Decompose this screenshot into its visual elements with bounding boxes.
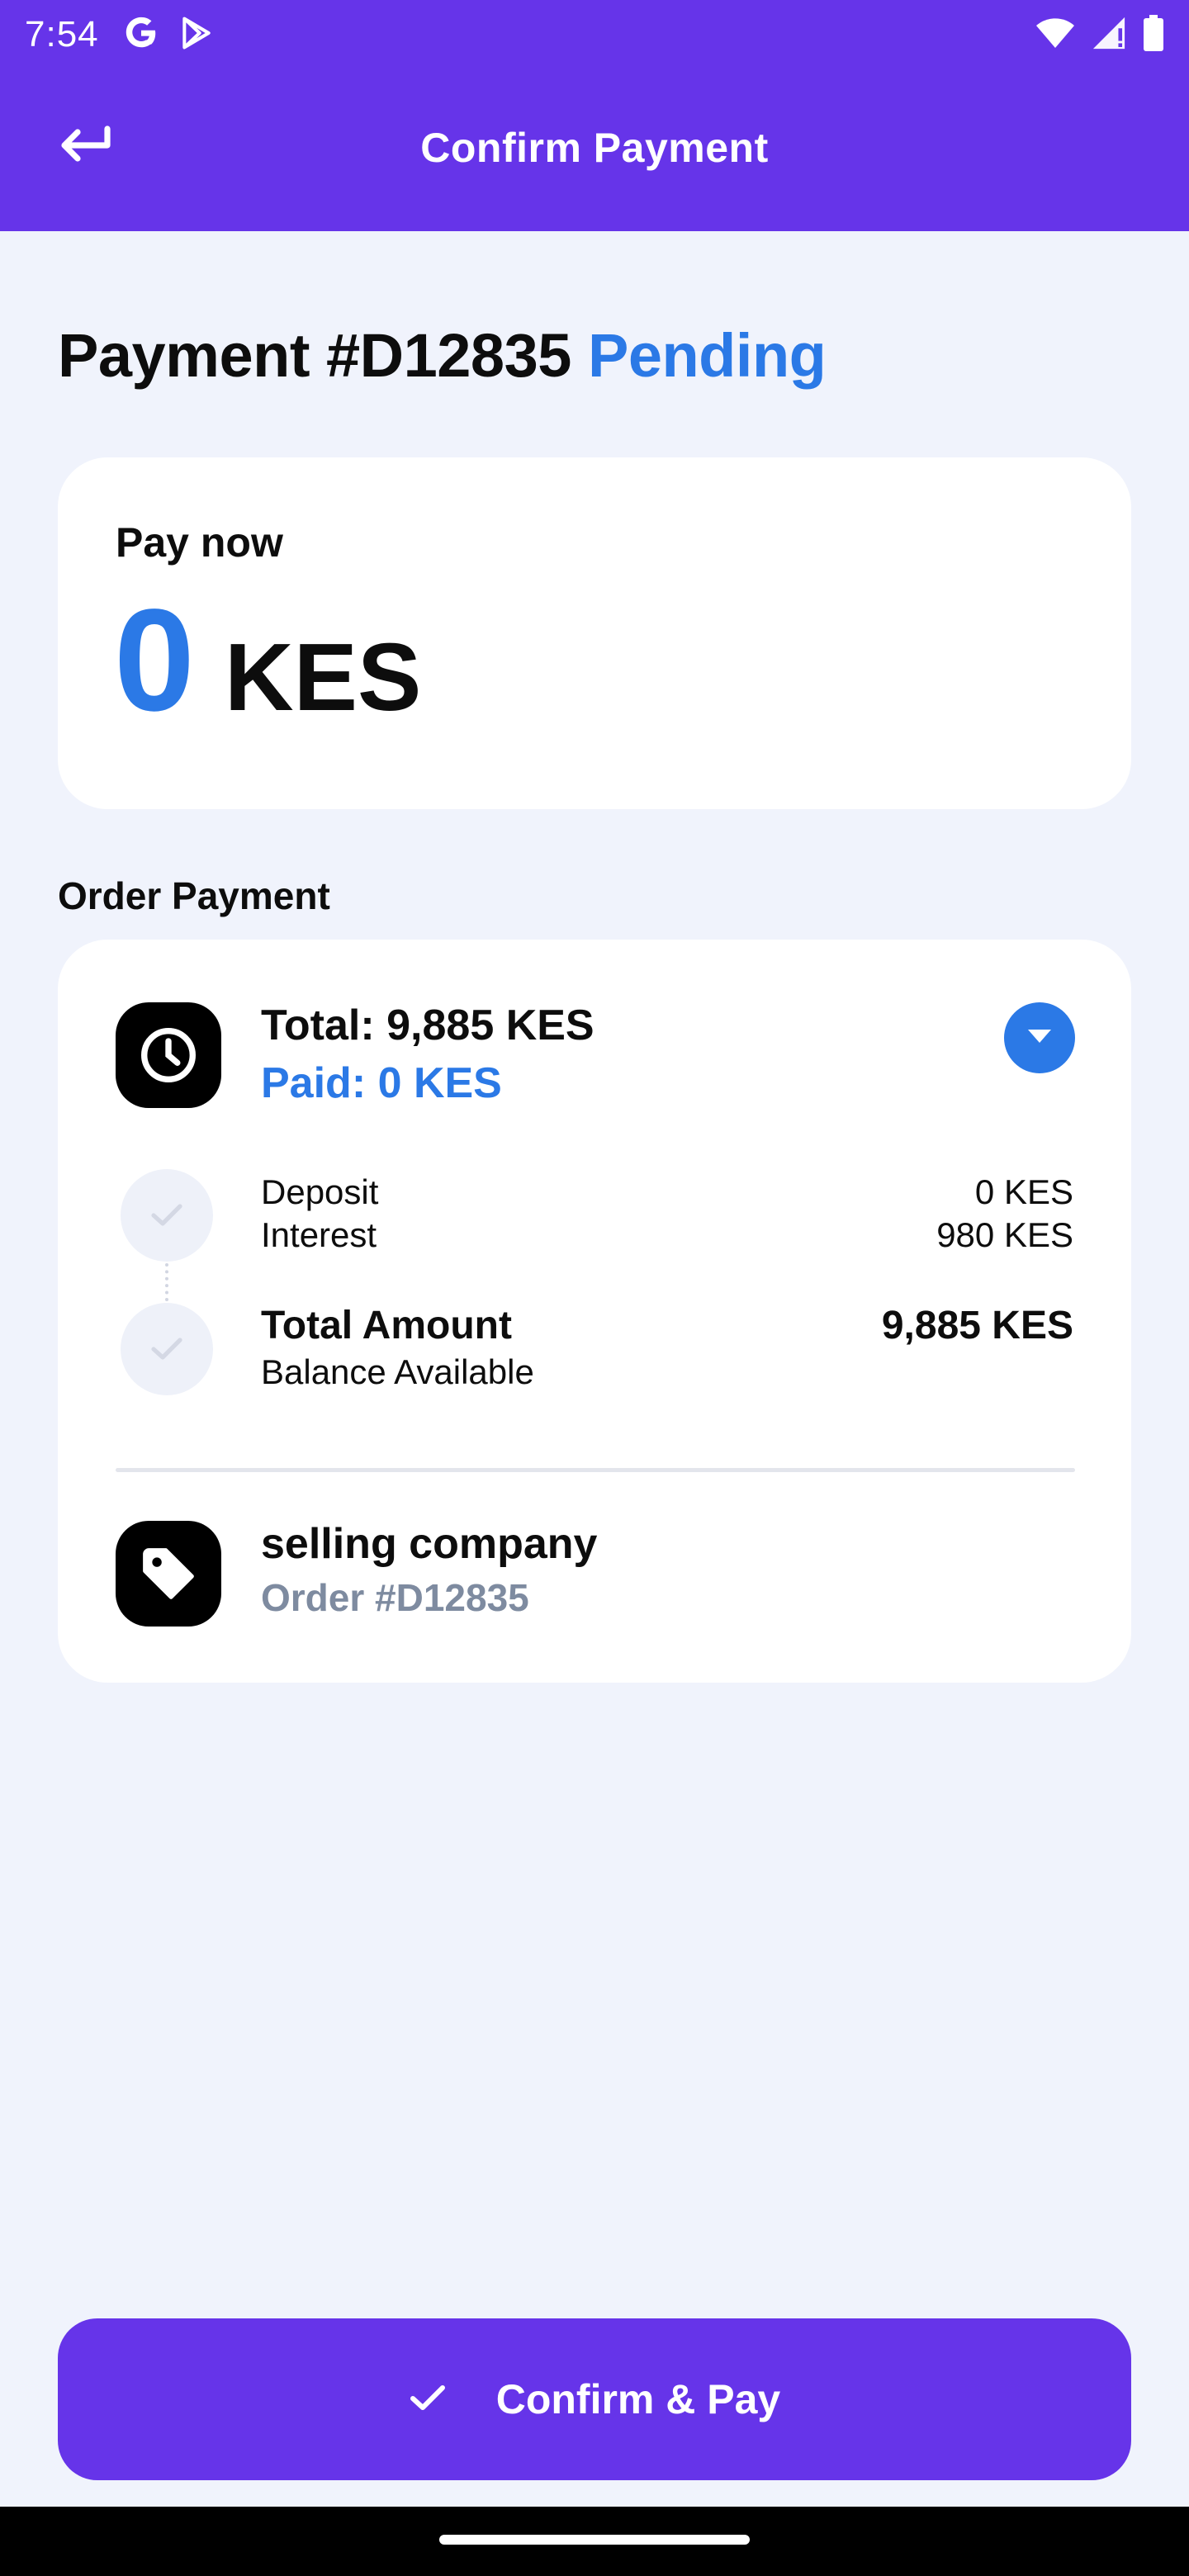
pay-now-card: Pay now 0 KES [58,457,1131,809]
status-time: 7:54 [25,14,99,54]
pay-now-currency: KES [224,623,422,731]
interest-label: Interest [261,1215,377,1254]
payment-status-badge: Pending [587,321,827,390]
app-bar: Confirm Payment [0,69,1189,231]
payment-heading: Payment #D12835 Pending [58,320,827,391]
deposit-value: 0 KES [974,1172,1073,1211]
interest-value: 980 KES [936,1215,1073,1254]
pay-now-value: 0 [114,580,195,741]
system-icons [1035,14,1164,55]
deposit-step-check-icon [121,1169,213,1262]
chevron-down-icon [1025,1026,1054,1050]
home-gesture-handle[interactable] [439,2535,750,2545]
deposit-label: Deposit [261,1172,379,1211]
order-payment-card: Total: 9,885 KES Paid: 0 KES Deposit 0 K… [58,940,1131,1683]
order-number: Order #D12835 [261,1576,529,1619]
confirm-pay-button[interactable]: Confirm & Pay [58,2318,1131,2480]
play-store-icon [178,14,215,56]
confirm-pay-label: Confirm & Pay [495,2376,781,2422]
pay-now-label: Pay now [116,519,283,566]
total-amount-value: 9,885 KES [881,1304,1073,1347]
seller-name: selling company [261,1520,598,1568]
status-bar: 7:54 [0,0,1189,69]
wifi-icon [1035,17,1075,54]
tag-icon [116,1521,221,1627]
balance-available-label: Balance Available [261,1352,534,1391]
pay-now-amount: 0 KES [114,588,421,733]
page-title: Confirm Payment [420,125,769,171]
notification-icons [122,14,215,56]
payment-id: Payment #D12835 [58,321,571,390]
step-connector [165,1263,168,1301]
divider [116,1468,1075,1472]
order-total: Total: 9,885 KES [261,1002,594,1049]
google-icon [122,14,160,56]
total-amount-label: Total Amount [261,1304,512,1347]
clock-icon [116,1002,221,1108]
battery-icon [1143,14,1164,55]
check-icon [409,2383,447,2417]
order-paid: Paid: 0 KES [261,1059,502,1107]
expand-toggle-button[interactable] [1004,1002,1075,1073]
total-step-check-icon [121,1303,213,1395]
cell-signal-icon [1090,16,1128,54]
order-payment-section-label: Order Payment [58,874,330,917]
system-nav-bar [0,2507,1189,2576]
